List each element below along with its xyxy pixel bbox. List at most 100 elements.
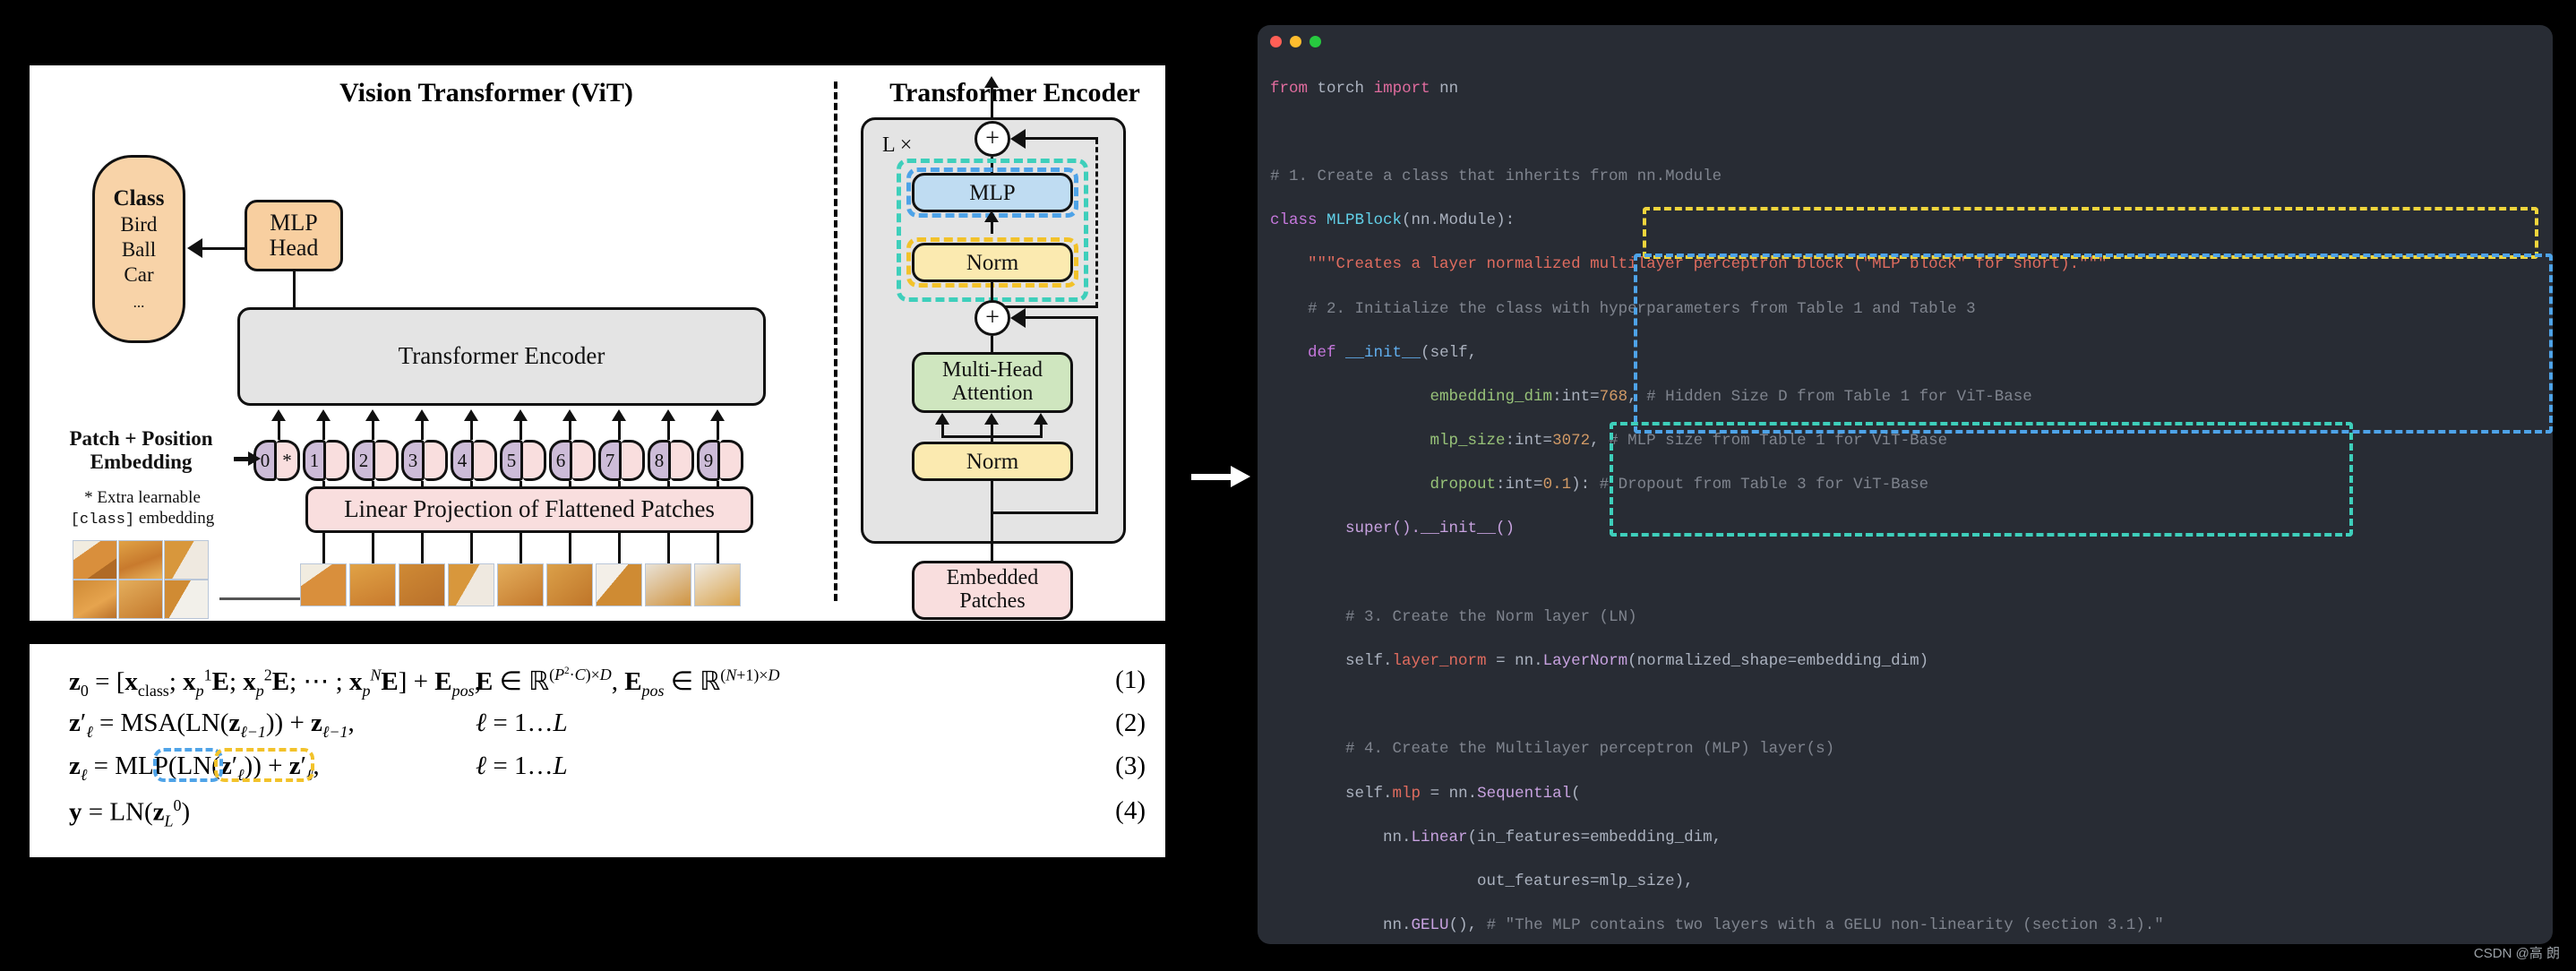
embedded-patches-line1: Embedded	[947, 567, 1039, 590]
arrow-head	[1231, 466, 1250, 487]
token-arrow-line-5	[519, 420, 522, 440]
csdn-watermark: CSDN @高 朗	[2474, 943, 2560, 962]
class-heading: Class	[114, 185, 165, 212]
code-line-12	[1258, 563, 2553, 585]
class-item-car: Car	[124, 262, 153, 288]
residual-bottom-arrowhead	[1010, 308, 1026, 328]
flat-patch-6	[546, 563, 593, 606]
code-line-7: def __init__(self,	[1258, 342, 2553, 365]
minimize-icon[interactable]	[1290, 36, 1301, 47]
flat-patch-1	[300, 563, 347, 606]
mha-to-add-line	[991, 336, 993, 354]
token-arrow-line-2	[372, 420, 374, 440]
code-line-13: # 3. Create the Norm layer (LN)	[1258, 606, 2553, 629]
equation-4-lhs: y = LN(zL0)	[69, 796, 190, 830]
token-arrowhead-3	[415, 409, 429, 421]
code-content[interactable]: from torch import nn # 1. Create a class…	[1258, 56, 2553, 944]
token-2: 2	[352, 440, 399, 481]
arrow-shaft	[1191, 474, 1234, 480]
norm-to-mlp-arrowhead	[984, 211, 999, 222]
equation-2-number: (2)	[1115, 709, 1146, 738]
equation-2-lhs: z′ℓ = MSA(LN(zℓ−1)) + zℓ−1,	[69, 709, 355, 742]
token-1-index: 1	[303, 440, 326, 481]
residual-top-in-line	[1019, 137, 1098, 140]
token-3: 3	[401, 440, 448, 481]
extra-learnable-note: * Extra learnable [class] embedding	[53, 488, 232, 529]
code-line-8: embedding_dim:int=768, # Hidden Size D f…	[1258, 386, 2553, 408]
token-3-embed	[425, 440, 448, 481]
window-titlebar	[1258, 25, 2553, 56]
embedded-patches-line2: Patches	[959, 590, 1025, 614]
token-7-embed	[622, 440, 645, 481]
class-ellipsis: ...	[133, 294, 145, 312]
residual-top-v-line	[1095, 139, 1098, 307]
class-item-bird: Bird	[121, 212, 158, 237]
equation-3-rhs: ℓ = 1…L	[476, 752, 568, 781]
token-arrow-line-9	[717, 420, 719, 440]
source-patch-0-0	[73, 540, 117, 580]
encoder-norm-bottom-box: Norm	[912, 442, 1073, 481]
code-line-20: nn.GELU(), # "The MLP contains two layer…	[1258, 915, 2553, 937]
embedded-to-norm-line	[991, 481, 993, 562]
token-arrowhead-5	[513, 409, 528, 421]
patch-position-arrowhead	[248, 451, 261, 466]
code-editor-window: from torch import nn # 1. Create a class…	[1258, 25, 2553, 944]
token-arrow-line-1	[322, 420, 325, 440]
qkv-arrowhead-k	[984, 413, 999, 425]
source-patch-1-2	[164, 580, 209, 619]
equation-1-lhs: z0 = [xclass; xp1E; xp2E; ⋯ ; xpNE] + Ep…	[69, 666, 481, 700]
mlp-head-line1: MLP	[270, 211, 317, 236]
flat-patch-4	[448, 563, 494, 606]
screenshot-root: Vision Transformer (ViT) Transformer Enc…	[0, 0, 2576, 971]
token-arrow-line-3	[421, 420, 424, 440]
token-arrowhead-7	[612, 409, 626, 421]
transformer-encoder-box: Transformer Encoder	[237, 307, 766, 406]
code-line-17: self.mlp = nn.Sequential(	[1258, 783, 2553, 805]
code-line-10: dropout:int=0.1): # Dropout from Table 3…	[1258, 474, 2553, 496]
token-4-embed	[474, 440, 497, 481]
token-4-index: 4	[451, 440, 474, 481]
patch-line-9	[717, 533, 719, 563]
token-2-index: 2	[352, 440, 375, 481]
equation-1-rhs: E ∈ ℝ(P2·C)×D, Epos ∈ ℝ(N+1)×D	[476, 666, 779, 700]
close-icon[interactable]	[1270, 36, 1282, 47]
mlp-head-to-class-arrowhead	[187, 238, 202, 258]
qkv-arrowhead-q	[935, 413, 949, 425]
qkv-join-line	[941, 435, 1042, 438]
mha-line1: Multi-Head	[942, 359, 1043, 382]
qkv-line-k	[991, 422, 993, 442]
token-6-embed	[572, 440, 596, 481]
mlp-head-line2: Head	[270, 236, 319, 261]
patch-line-5	[519, 533, 522, 563]
token-5-embed	[523, 440, 546, 481]
equation-mlp-blue-highlight	[153, 748, 223, 782]
residual-add-bottom: +	[975, 300, 1010, 336]
token-9: 9	[697, 440, 743, 481]
patch-line-4	[470, 533, 473, 563]
vit-architecture-figure: Vision Transformer (ViT) Transformer Enc…	[27, 63, 1168, 623]
token-arrowhead-9	[710, 409, 725, 421]
flat-patch-7	[596, 563, 642, 606]
source-patch-0-2	[164, 540, 209, 580]
token-5: 5	[500, 440, 546, 481]
token-arrowhead-4	[464, 409, 478, 421]
patch-line-1	[322, 533, 325, 563]
residual-add-top: +	[975, 121, 1010, 157]
patch-line-8	[667, 533, 670, 563]
token-arrowhead-6	[562, 409, 577, 421]
code-line-9: mlp_size:int=3072, # MLP size from Table…	[1258, 430, 2553, 452]
token-arrow-line-6	[569, 420, 571, 440]
encoder-output-arrowhead	[984, 76, 999, 88]
equations-panel: z0 = [xclass; xp1E; xp2E; ⋯ ; xpNE] + Ep…	[27, 641, 1168, 860]
flat-patch-2	[349, 563, 396, 606]
patch-line-3	[421, 533, 424, 563]
token-4: 4	[451, 440, 497, 481]
code-line-16: # 4. Create the Multilayer perceptron (M…	[1258, 738, 2553, 760]
equation-3-number: (3)	[1115, 752, 1146, 781]
token-0-star: *	[277, 440, 300, 481]
maximize-icon[interactable]	[1309, 36, 1321, 47]
token-2-embed	[375, 440, 399, 481]
encoder-norm-top-box: Norm	[912, 243, 1073, 282]
flat-patch-5	[497, 563, 544, 606]
token-arrow-line-8	[667, 420, 670, 440]
